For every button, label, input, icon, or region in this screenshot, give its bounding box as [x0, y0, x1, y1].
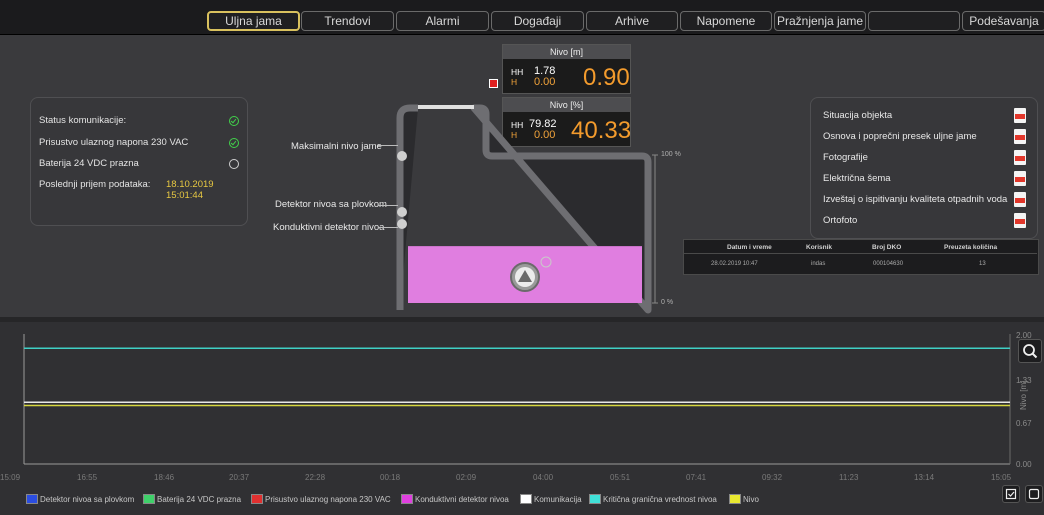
tank-diagram: [396, 104, 658, 314]
doc-link-ortofoto[interactable]: Ortofoto: [823, 215, 857, 226]
legend-swatch-critical[interactable]: [589, 494, 601, 504]
sensor-float-dot: [397, 207, 407, 217]
tab-empty[interactable]: [868, 11, 960, 31]
legend-swatch-communication[interactable]: [520, 494, 532, 504]
check-circle-icon: [229, 138, 239, 148]
legend-item-float[interactable]: Detektor nivoa sa plovkom: [40, 495, 134, 504]
x-tick: 18:46: [154, 473, 175, 482]
legend-swatch-conductive[interactable]: [401, 494, 413, 504]
level-m-value: 0.90: [583, 64, 630, 91]
legend-swatch-level[interactable]: [729, 494, 741, 504]
table-header-divider: [683, 253, 1037, 254]
last-receive-value: 18.10.2019 15:01:44: [166, 179, 214, 201]
doc-link-situacija[interactable]: Situacija objekta: [823, 110, 892, 121]
sensor-conductive-dot: [397, 219, 407, 229]
doc-link-elektricna-sema[interactable]: Električna šema: [823, 173, 891, 184]
tab-arhive[interactable]: Arhive: [586, 11, 678, 31]
status-voltage-label: Prisustvo ulaznog napona 230 VAC: [39, 137, 189, 148]
doc-link-fotografije[interactable]: Fotografije: [823, 152, 868, 163]
x-tick: 00:18: [380, 473, 401, 482]
x-tick: 02:09: [456, 473, 477, 482]
legend-swatch-voltage[interactable]: [251, 494, 263, 504]
alarm-indicator: [489, 79, 498, 88]
circle-icon: [229, 159, 239, 169]
status-communication-label: Status komunikacije:: [39, 115, 127, 126]
y-axis-label: Nivo [m]: [1019, 380, 1028, 410]
sensor-conductive-pointer: [378, 227, 398, 228]
x-tick: 04:00: [533, 473, 554, 482]
x-tick: 20:37: [229, 473, 250, 482]
x-tick: 07:41: [686, 473, 707, 482]
sensor-max-pointer: [378, 145, 398, 146]
table-header-datum: Datum i vreme: [727, 244, 772, 251]
pdf-icon[interactable]: [1014, 171, 1026, 186]
level-m-title: Nivo [m]: [503, 45, 630, 59]
sensor-max-label: Maksimalni nivo jame: [291, 141, 382, 152]
tab-podesavanja[interactable]: Podešavanja: [962, 11, 1044, 31]
tank-inlet: [418, 105, 474, 109]
table-cell-broj-dko: 000104630: [873, 261, 904, 267]
top-nav: Uljna jama Trendovi Alarmi Događaji Arhi…: [0, 0, 1044, 35]
x-tick: 22:28: [305, 473, 326, 482]
pdf-icon[interactable]: [1014, 108, 1026, 123]
tab-praznjenja-jame[interactable]: Pražnjenja jame: [774, 11, 866, 31]
status-battery-label: Baterija 24 VDC prazna: [39, 158, 139, 169]
h-label: H: [511, 77, 518, 87]
trend-chart: [23, 334, 1011, 465]
x-tick: 15:05: [991, 473, 1012, 482]
x-tick: 09:32: [762, 473, 783, 482]
pdf-icon[interactable]: [1014, 213, 1026, 228]
x-tick: 05:51: [610, 473, 631, 482]
doc-link-izvestaj[interactable]: Izveštaj o ispitivanju kvaliteta otpadni…: [823, 194, 1007, 205]
deselect-all-button[interactable]: [1025, 485, 1043, 503]
table-cell-korisnik: indas: [811, 261, 826, 267]
pdf-icon[interactable]: [1014, 192, 1026, 207]
y-tick: 0.67: [1016, 419, 1032, 428]
y-tick: 0.00: [1016, 460, 1032, 469]
x-tick: 16:55: [77, 473, 98, 482]
check-circle-icon: [229, 116, 239, 126]
table-cell-kolicina: 13: [979, 261, 986, 267]
legend-item-voltage[interactable]: Prisustvo ulaznog napona 230 VAC: [265, 495, 391, 504]
pdf-icon[interactable]: [1014, 150, 1026, 165]
legend-item-communication[interactable]: Komunikacija: [534, 495, 582, 504]
legend-swatch-battery[interactable]: [143, 494, 155, 504]
pdf-icon[interactable]: [1014, 129, 1026, 144]
legend-item-battery[interactable]: Baterija 24 VDC prazna: [157, 495, 241, 504]
level-m-box: Nivo [m] HH H 1.78 0.00 0.90: [502, 44, 631, 94]
zoom-button[interactable]: [1018, 339, 1042, 363]
scale-bottom-label: 0 %: [661, 299, 674, 306]
tab-alarmi[interactable]: Alarmi: [396, 11, 489, 31]
sensor-float-pointer: [378, 205, 398, 206]
tab-dogadjaji[interactable]: Događaji: [491, 11, 584, 31]
table-header-korisnik: Korisnik: [806, 244, 833, 251]
sensor-max-dot: [397, 151, 407, 161]
table-header-broj-dko: Broj DKO: [872, 244, 902, 251]
sensor-conductive-label: Konduktivni detektor nivoa: [273, 222, 385, 233]
legend-item-conductive[interactable]: Konduktivni detektor nivoa: [415, 495, 509, 504]
hh-label: HH: [511, 67, 524, 77]
square-icon: [1028, 488, 1040, 500]
sensor-float-label: Detektor nivoa sa plovkom: [275, 199, 387, 210]
table-cell-datum: 28.02.2019 10:47: [711, 261, 758, 267]
table-header-kolicina: Preuzeta količina: [944, 244, 998, 251]
level-m-h-value: 0.00: [534, 76, 556, 88]
x-tick: 11:23: [839, 473, 859, 482]
status-panel: Status komunikacije: Prisustvo ulaznog n…: [30, 97, 248, 226]
legend-swatch-float[interactable]: [26, 494, 38, 504]
tab-napomene[interactable]: Napomene: [680, 11, 772, 31]
tab-trendovi[interactable]: Trendovi: [301, 11, 394, 31]
scale-top-label: 100 %: [661, 151, 681, 158]
last-receive-label: Poslednji prijem podataka:: [39, 179, 151, 190]
legend-item-critical[interactable]: Kritična granična vrednost nivoa: [603, 495, 717, 504]
select-all-button[interactable]: [1002, 485, 1020, 503]
tab-uljna-jama[interactable]: Uljna jama: [207, 11, 300, 31]
legend-item-level[interactable]: Nivo: [743, 495, 759, 504]
doc-link-osnova[interactable]: Osnova i poprečni presek uljne jame: [823, 131, 977, 142]
checkbox-icon: [1005, 488, 1017, 500]
search-icon: [1023, 344, 1038, 359]
x-tick: 15:09: [0, 473, 21, 482]
x-tick: 13:14: [914, 473, 935, 482]
